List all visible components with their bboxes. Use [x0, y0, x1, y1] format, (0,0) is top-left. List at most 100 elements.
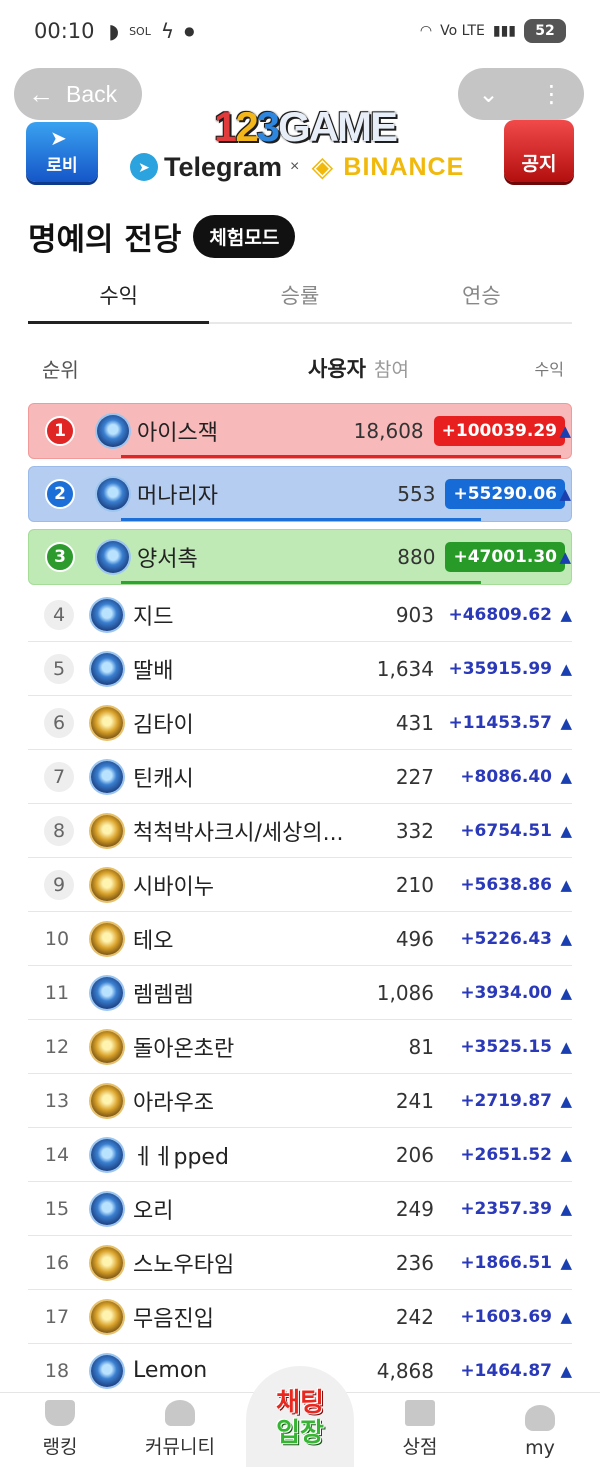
table-row[interactable]: 5 딸배 1,634 +35915.99 ▲: [28, 642, 572, 696]
table-row[interactable]: 4 지드 903 +46809.62 ▲: [28, 588, 572, 642]
avatar: [91, 1354, 123, 1387]
partner-row: ➤ Telegram × ◈ BINANCE: [130, 150, 480, 184]
table-row[interactable]: 6 김타이 431 +11453.57 ▲: [28, 696, 572, 750]
user-name: 척척박사크시/세상의...: [133, 820, 344, 846]
user-name: 무음진입: [133, 1306, 214, 1332]
avatar: [91, 1246, 123, 1279]
nav-ranking[interactable]: 랭킹: [0, 1400, 120, 1459]
ranking-tabs: 수익 승률 연승: [28, 268, 572, 324]
avatar: [91, 598, 123, 631]
table-row[interactable]: 12 돌아온초란 81 +3525.15 ▲: [28, 1020, 572, 1074]
table-row[interactable]: 11 렘렘렘 1,086 +3934.00 ▲: [28, 966, 572, 1020]
participation-count: 206: [395, 1142, 434, 1167]
avatar: [97, 415, 129, 447]
top-row[interactable]: 1 아이스잭 18,608 +100039.29 ▲: [28, 403, 572, 459]
column-participation: 참여: [373, 358, 409, 381]
avatar: [91, 760, 123, 793]
participation-count: 332: [395, 818, 434, 843]
nav-shop[interactable]: 상점: [360, 1400, 480, 1459]
participation-count: 880: [397, 545, 436, 569]
up-arrow-icon: ▲: [560, 1145, 572, 1164]
rank-number: 13: [44, 1089, 70, 1112]
tab-win-rate[interactable]: 승률: [209, 268, 390, 322]
top-row[interactable]: 3 양서촉 880 +47001.30 ▲: [28, 529, 572, 585]
participation-count: 903: [395, 602, 434, 627]
user-name: 오리: [133, 1198, 174, 1224]
wifi-icon: ◠: [419, 23, 433, 39]
profit-badge: +55290.06: [445, 479, 565, 509]
lobby-button[interactable]: ➤ 로비: [26, 122, 98, 182]
rank-badge: 3: [45, 542, 75, 572]
user-name: 테오: [133, 928, 174, 954]
profit-value: +1866.51: [460, 1252, 552, 1273]
chevron-down-icon[interactable]: ⌄: [478, 80, 498, 108]
notice-label: 공지: [521, 153, 557, 175]
up-arrow-icon: ▲: [560, 1037, 572, 1056]
mode-badge[interactable]: 체험모드: [193, 215, 296, 258]
profit-value: +3525.15: [460, 1036, 552, 1057]
table-row[interactable]: 8 척척박사크시/세상의... 332 +6754.51 ▲: [28, 804, 572, 858]
chat-entry-button[interactable]: 채팅 입장: [254, 1375, 346, 1459]
page-title: 명예의 전당: [28, 222, 182, 258]
participation-count: 1,634: [376, 656, 434, 681]
nav-community[interactable]: 커뮤니티: [120, 1400, 240, 1459]
up-arrow-icon: ▲: [560, 1307, 572, 1326]
table-row[interactable]: 16 스노우타임 236 +1866.51 ▲: [28, 1236, 572, 1290]
rank-number: 4: [44, 599, 74, 630]
brand-logo: 1 2 3 GAME: [213, 103, 398, 150]
rank-list: 4 지드 903 +46809.62 ▲ 5 딸배 1,634 +35915.99 ▲ 6 김타이 43…: [28, 588, 572, 1398]
rank-number: 7: [44, 761, 74, 792]
top-row[interactable]: 2 머나리자 553 +55290.06 ▲: [28, 466, 572, 522]
tab-profit[interactable]: 수익: [28, 268, 210, 324]
table-row[interactable]: 17 무음진입 242 +1603.69 ▲: [28, 1290, 572, 1344]
up-arrow-icon: ▲: [559, 422, 571, 440]
progress-bar: [121, 581, 481, 584]
up-arrow-icon: ▲: [559, 548, 571, 566]
table-row[interactable]: 14 ㅔㅔpped 206 +2651.52 ▲: [28, 1128, 572, 1182]
progress-bar: [121, 518, 481, 521]
table-row[interactable]: 13 아라우조 241 +2719.87 ▲: [28, 1074, 572, 1128]
avatar: [91, 1084, 123, 1117]
avatar: [91, 976, 123, 1009]
participation-count: 241: [395, 1088, 434, 1113]
up-arrow-icon: ▲: [559, 485, 571, 503]
profit-value: +1464.87: [460, 1360, 552, 1381]
up-arrow-icon: ▲: [560, 1199, 572, 1218]
profit-badge: +100039.29: [433, 416, 565, 446]
table-row[interactable]: 15 오리 249 +2357.39 ▲: [28, 1182, 572, 1236]
more-vertical-icon[interactable]: ⋮: [540, 80, 564, 108]
avatar: [91, 1192, 123, 1225]
rank-number: 9: [44, 869, 74, 900]
table-row[interactable]: 7 틴캐시 227 +8086.40 ▲: [28, 750, 572, 804]
rank-number: 16: [44, 1251, 70, 1274]
up-arrow-icon: ▲: [560, 821, 572, 840]
table-row[interactable]: 9 시바이누 210 +5638.86 ▲: [28, 858, 572, 912]
up-arrow-icon: ▲: [560, 1253, 572, 1272]
telegram-icon: ➤: [130, 153, 158, 181]
back-label: Back: [66, 80, 118, 107]
rank-number: 12: [44, 1035, 70, 1058]
nav-my[interactable]: my: [480, 1405, 600, 1459]
tab-streak[interactable]: 연승: [391, 268, 572, 322]
participation-count: 496: [395, 926, 434, 951]
store-icon: [405, 1400, 435, 1426]
user-name: 돌아온초란: [133, 1036, 235, 1062]
profit-value: +5638.86: [460, 874, 552, 895]
profit-value: +1603.69: [460, 1306, 552, 1327]
menu-pill: ⌄ ⋮: [458, 68, 584, 120]
shield-icon: ◗: [108, 19, 120, 43]
up-arrow-icon: ▲: [560, 875, 572, 894]
profit-value: +46809.62: [448, 604, 552, 625]
up-arrow-icon: ▲: [560, 983, 572, 1002]
table-row[interactable]: 10 테오 496 +5226.43 ▲: [28, 912, 572, 966]
avatar: [91, 706, 123, 739]
bolt-icon: ϟ: [160, 19, 175, 43]
user-name: 양서촉: [137, 547, 198, 572]
status-bar: 00:10 ◗ SOL ϟ ● ◠ Vo LTE ▮▮▮ 52: [0, 0, 600, 62]
profit-value: +6754.51: [460, 820, 552, 841]
avatar: [97, 541, 129, 573]
notice-button[interactable]: 공지: [504, 120, 574, 182]
user-name: 아이스잭: [137, 421, 218, 446]
chat-label-line2: 입장: [276, 1416, 324, 1447]
back-button[interactable]: ← Back: [14, 68, 142, 120]
